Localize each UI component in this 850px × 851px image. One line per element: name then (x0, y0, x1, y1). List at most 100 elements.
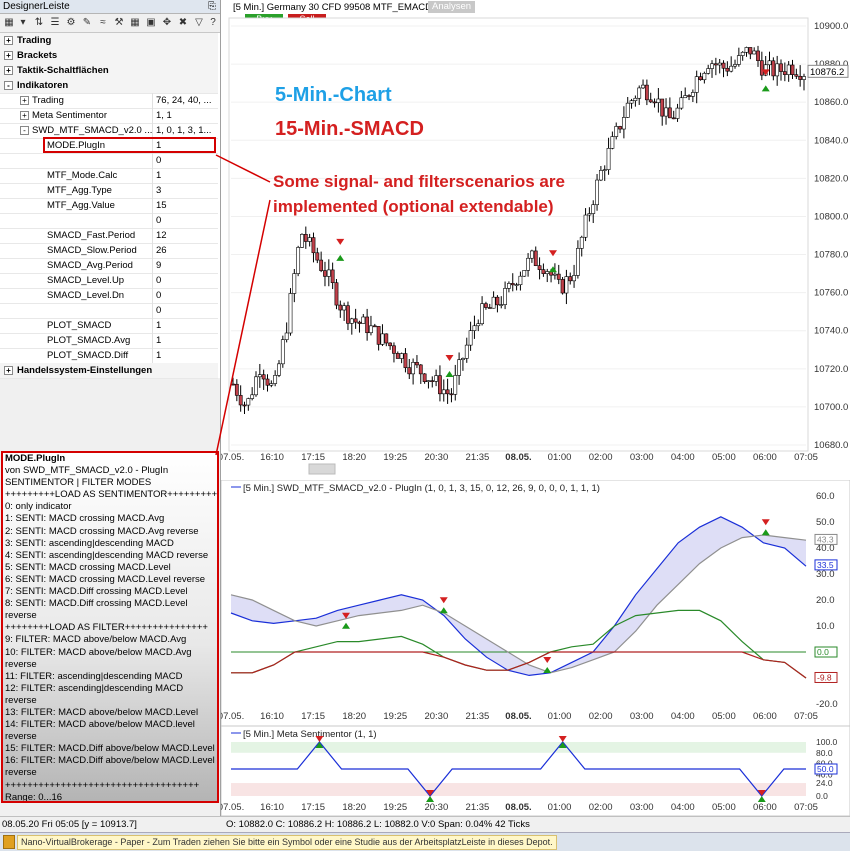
scroll-thumb[interactable] (308, 463, 336, 475)
property-value[interactable]: 0 (156, 153, 216, 168)
time-tick-label: 08.05. (505, 711, 531, 722)
image-icon[interactable]: ▣ (144, 16, 158, 30)
candle-body (660, 98, 665, 117)
expand-icon[interactable]: + (4, 66, 13, 75)
property-value[interactable]: 1 (156, 168, 216, 183)
property-row[interactable]: + Brackets (0, 48, 218, 64)
candle-body (280, 339, 285, 365)
time-tick-label: 21:35 (466, 452, 490, 463)
collapse-icon[interactable]: - (4, 81, 13, 90)
smacd-chart[interactable]: [5 Min.] SWD_MTF_SMACD_v2.0 - PlugIn (1,… (221, 480, 850, 726)
senti-last-label: 50.0 (817, 764, 834, 774)
property-row[interactable]: PLOT_SMACD 1 (0, 318, 218, 334)
property-row[interactable]: SMACD_Slow.Period 26 (0, 243, 218, 259)
depot-message[interactable]: Nano-VirtualBrokerage - Paper - Zum Trad… (17, 835, 557, 850)
candle-body (537, 265, 542, 270)
description-line: 1: SENTI: MACD crossing MACD.Avg (5, 513, 165, 525)
last-price-label: 10876.2 (810, 67, 844, 78)
candle-body (430, 380, 435, 382)
property-label: MTF_Mode.Calc (47, 170, 118, 181)
price-chart[interactable]: 10900.010880.010860.010840.010820.010800… (221, 0, 850, 480)
property-value[interactable]: 0 (156, 288, 216, 303)
column-divider (152, 273, 153, 288)
price-tick-label: 10800.0 (814, 211, 848, 222)
property-value[interactable]: 1 (156, 318, 216, 333)
candle-body (767, 60, 772, 66)
candle-body (771, 60, 776, 77)
property-value[interactable]: 1 (156, 348, 216, 363)
property-row[interactable]: MTF_Agg.Type 3 (0, 183, 218, 199)
edit-icon[interactable]: ✎ (80, 16, 94, 30)
candle-body (637, 87, 642, 99)
property-row[interactable]: PLOT_SMACD.Diff 1 (0, 348, 218, 364)
property-value[interactable]: 0 (156, 213, 216, 228)
property-row[interactable]: MTF_Agg.Value 15 (0, 198, 218, 214)
settings-icon[interactable]: ⚙ (64, 16, 78, 30)
property-value[interactable]: 3 (156, 183, 216, 198)
candle-body (457, 359, 462, 376)
sentimentor-chart[interactable]: [5 Min.] Meta Sentimentor (1, 1) 100.080.… (221, 726, 850, 816)
property-value[interactable]: 26 (156, 243, 216, 258)
property-value[interactable]: 9 (156, 258, 216, 273)
candle-body (625, 102, 630, 118)
candle-body (748, 47, 753, 55)
collapse-icon[interactable]: - (20, 126, 29, 135)
property-label: SMACD_Avg.Period (47, 260, 133, 271)
property-label: PLOT_SMACD.Avg (47, 335, 131, 346)
property-value[interactable]: 0 (156, 303, 216, 318)
column-divider (152, 93, 153, 108)
properties-icon[interactable]: ▦ (2, 16, 16, 30)
property-row[interactable]: SMACD_Fast.Period 12 (0, 228, 218, 244)
property-row[interactable]: + Trading 76, 24, 40, ... (0, 93, 218, 109)
expand-icon[interactable]: + (20, 111, 29, 120)
property-row[interactable]: PLOT_SMACD.Avg 1 (0, 333, 218, 349)
property-row[interactable]: 0 (0, 213, 218, 229)
time-tick-label: 07.05. (221, 802, 244, 813)
expand-icon[interactable]: + (4, 36, 13, 45)
property-row[interactable]: 0 (0, 153, 218, 169)
list-icon[interactable]: ☰ (48, 16, 62, 30)
candle-body (303, 234, 308, 242)
property-row[interactable]: + Taktik-Schaltflächen (0, 63, 218, 79)
property-value[interactable]: 12 (156, 228, 216, 243)
property-label: Indikatoren (17, 80, 69, 91)
delete-icon[interactable]: ✖ (176, 16, 190, 30)
candle-body (296, 247, 301, 274)
candle-body (372, 325, 377, 328)
property-value[interactable]: 1, 1 (156, 108, 216, 123)
property-row[interactable]: 0 (0, 303, 218, 319)
filter-icon[interactable]: ▽ (192, 16, 206, 30)
property-value[interactable]: 0 (156, 273, 216, 288)
time-tick-label: 07:05 (794, 802, 818, 813)
sort-icon[interactable]: ⇅ (32, 16, 46, 30)
chart-icon[interactable]: ≈ (96, 16, 110, 30)
property-row[interactable]: SMACD_Avg.Period 9 (0, 258, 218, 274)
price-tick-label: 10740.0 (814, 326, 848, 337)
property-row[interactable]: + Meta Sentimentor 1, 1 (0, 108, 218, 124)
property-row[interactable]: MTF_Mode.Calc 1 (0, 168, 218, 184)
help-icon[interactable]: ? (206, 16, 220, 30)
property-row[interactable]: SMACD_Level.Dn 0 (0, 288, 218, 304)
property-row[interactable]: + Trading (0, 33, 218, 49)
property-row[interactable]: SMACD_Level.Up 0 (0, 273, 218, 289)
property-value[interactable]: 1 (156, 333, 216, 348)
grid-icon[interactable]: ▦ (128, 16, 142, 30)
property-value[interactable]: 15 (156, 198, 216, 213)
tool-icon[interactable]: ⚒ (112, 16, 126, 30)
candle-body (752, 50, 757, 55)
expand-icon[interactable]: + (20, 96, 29, 105)
candle-body (369, 325, 373, 334)
property-row[interactable]: - Indikatoren (0, 78, 218, 94)
column-divider (152, 258, 153, 273)
property-value[interactable]: 1, 0, 1, 3, 1... (156, 123, 216, 138)
candle-body (648, 99, 653, 103)
property-row[interactable]: + Handelssystem-Einstellungen (0, 363, 218, 379)
dropdown-icon[interactable]: ▾ (16, 16, 30, 30)
candle-body (334, 282, 339, 306)
pin-icon[interactable]: ⎘ (208, 0, 216, 14)
move-icon[interactable]: ✥ (160, 16, 174, 30)
property-value[interactable]: 76, 24, 40, ... (156, 93, 216, 108)
expand-icon[interactable]: + (4, 366, 13, 375)
time-tick-label: 16:10 (260, 802, 284, 813)
expand-icon[interactable]: + (4, 51, 13, 60)
